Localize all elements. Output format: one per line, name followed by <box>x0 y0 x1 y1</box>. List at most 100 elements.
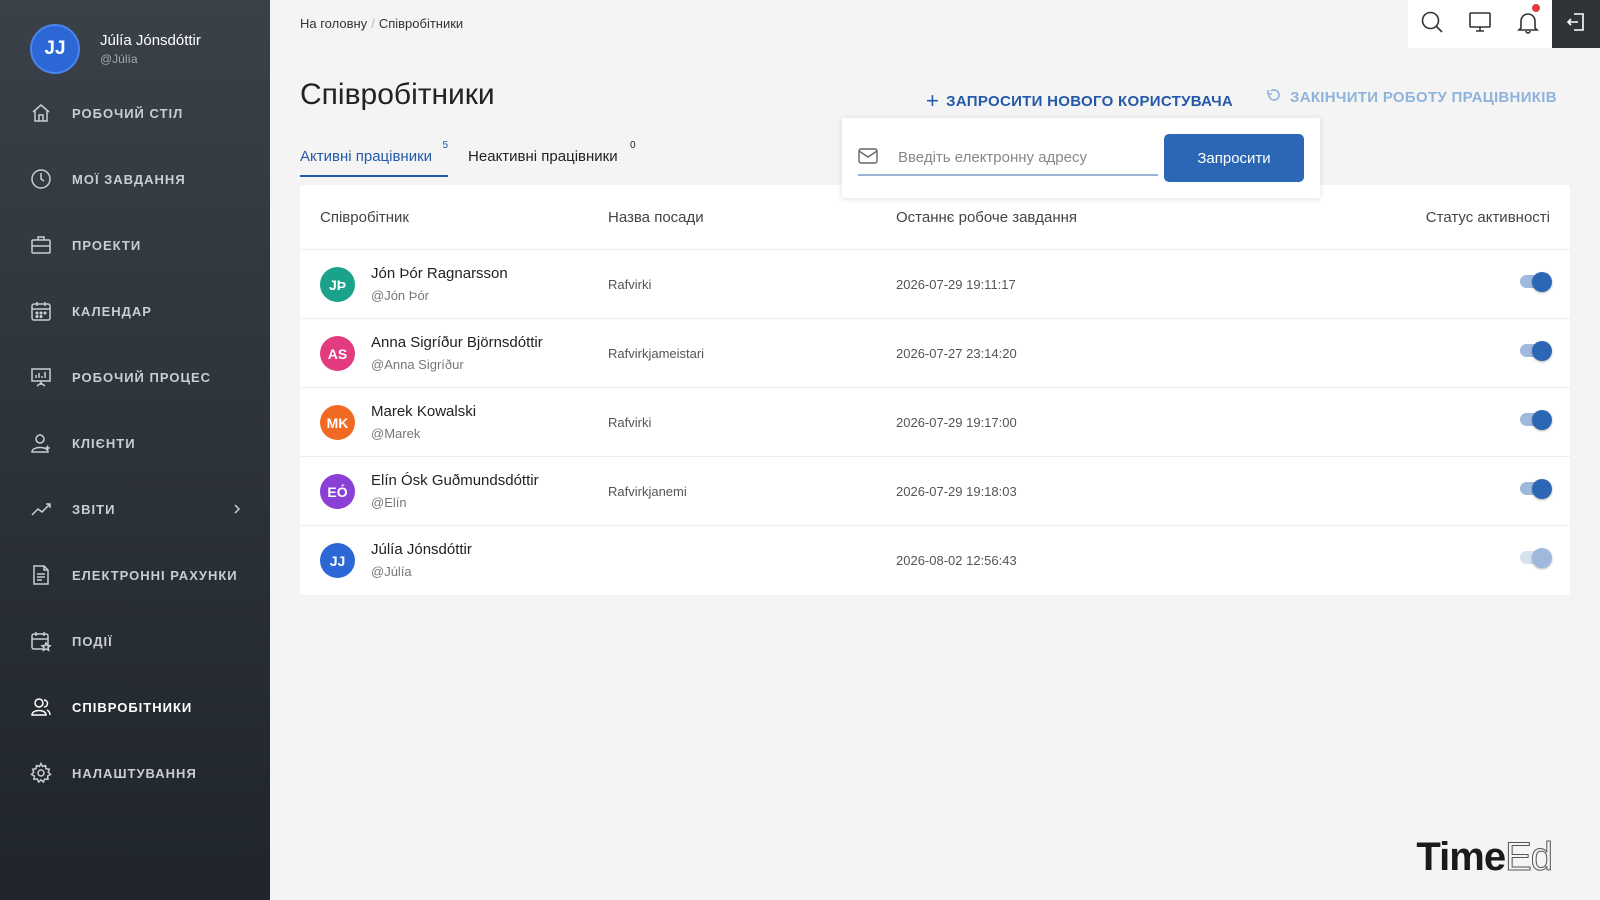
invite-popup: Запросити <box>842 118 1320 198</box>
clock-icon <box>30 168 52 190</box>
employee-handle: @Marek <box>371 426 421 441</box>
tab-active-employees[interactable]: Активні працівники 5 <box>300 140 449 177</box>
employee-name[interactable]: Anna Sigríður Björnsdóttir <box>371 334 543 351</box>
end-employees-work-label: ЗАКІНЧИТИ РОБОТУ ПРАЦІВНИКІВ <box>1290 88 1557 106</box>
bell-icon <box>1516 10 1540 39</box>
logout-icon <box>1565 11 1587 38</box>
invite-user-label: ЗАПРОСИТИ НОВОГО КОРИСТУВАЧА <box>946 92 1234 110</box>
column-header-status[interactable]: Статус активності <box>1426 209 1550 226</box>
table-row[interactable]: EÓ Elín Ósk Guðmundsdóttir @Elín Rafvirk… <box>300 457 1570 526</box>
toggle-knob <box>1532 479 1552 499</box>
table-row[interactable]: JÞ Jón Þór Ragnarsson @Jón Þór Rafvirki … <box>300 250 1570 319</box>
breadcrumb-separator: / <box>371 16 375 31</box>
sidebar-item-workflow[interactable]: РОБОЧИЙ ПРОЦЕС <box>0 344 270 410</box>
end-employees-work-button[interactable]: ЗАКІНЧИТИ РОБОТУ ПРАЦІВНИКІВ <box>1266 87 1557 107</box>
invite-user-button[interactable]: + ЗАПРОСИТИ НОВОГО КОРИСТУВАЧА <box>926 88 1233 114</box>
sidebar-item-label: РОБОЧИЙ ПРОЦЕС <box>72 369 212 385</box>
table-body: JÞ Jón Þór Ragnarsson @Jón Þór Rafvirki … <box>300 250 1570 595</box>
presentation-icon <box>30 366 52 388</box>
employee-last-task: 2026-08-02 12:56:43 <box>896 553 1017 568</box>
home-icon <box>30 102 52 124</box>
employee-position: Rafvirki <box>608 415 652 430</box>
sidebar-item-dashboard[interactable]: РОБОЧИЙ СТІЛ <box>0 80 270 146</box>
activity-status-toggle[interactable] <box>1520 341 1552 361</box>
document-icon <box>30 564 52 586</box>
logo-part-ed: Ed <box>1505 835 1554 880</box>
avatar: AS <box>320 336 355 371</box>
plus-icon: + <box>926 88 940 113</box>
logout-button[interactable] <box>1552 0 1600 48</box>
employee-name[interactable]: Júlía Jónsdóttir <box>371 541 472 558</box>
sidebar-item-label: СПІВРОБІТНИКИ <box>72 699 193 715</box>
table-row[interactable]: JJ Júlía Jónsdóttir @Júlía 2026-08-02 12… <box>300 526 1570 595</box>
employees-table: Співробітник Назва посади Останнє робоче… <box>300 185 1570 595</box>
email-field[interactable] <box>858 140 1158 176</box>
column-header-employee[interactable]: Співробітник <box>320 209 409 226</box>
notification-dot <box>1532 4 1540 12</box>
employee-name[interactable]: Elín Ósk Guðmundsdóttir <box>371 472 539 489</box>
tab-inactive-employees[interactable]: Неактивні працівники 0 <box>468 140 636 177</box>
activity-status-toggle[interactable] <box>1520 479 1552 499</box>
send-invite-button[interactable]: Запросити <box>1164 134 1304 182</box>
toggle-knob <box>1532 272 1552 292</box>
sidebar-item-label: НАЛАШТУВАННЯ <box>72 765 197 781</box>
avatar: JÞ <box>320 267 355 302</box>
search-button[interactable] <box>1408 0 1456 48</box>
table-row[interactable]: AS Anna Sigríður Björnsdóttir @Anna Sigr… <box>300 319 1570 388</box>
monitor-button[interactable] <box>1456 0 1504 48</box>
undo-icon <box>1266 87 1290 107</box>
chart-line-icon <box>30 498 52 520</box>
avatar: MK <box>320 405 355 440</box>
sidebar-item-projects[interactable]: ПРОЕКТИ <box>0 212 270 278</box>
employee-name[interactable]: Marek Kowalski <box>371 403 476 420</box>
sidebar-item-calendar[interactable]: КАЛЕНДАР <box>0 278 270 344</box>
sidebar-item-label: РОБОЧИЙ СТІЛ <box>72 105 184 121</box>
breadcrumb-home-link[interactable]: На головну <box>300 16 367 31</box>
sidebar-nav: РОБОЧИЙ СТІЛ МОЇ ЗАВДАННЯ ПРОЕКТИ КАЛЕНД… <box>0 80 270 806</box>
employee-name[interactable]: Jón Þór Ragnarsson <box>371 265 508 282</box>
tab-count: 5 <box>442 140 449 151</box>
user-profile[interactable]: JJ Júlía Jónsdóttir @Júlía <box>30 24 201 74</box>
timeed-logo: TimeEd <box>1416 835 1554 880</box>
toggle-knob <box>1532 410 1552 430</box>
sidebar-item-label: ЕЛЕКТРОННІ РАХУНКИ <box>72 567 238 583</box>
sidebar-item-label: ПРОЕКТИ <box>72 237 142 253</box>
notifications-button[interactable] <box>1504 0 1552 48</box>
avatar: EÓ <box>320 474 355 509</box>
employee-last-task: 2026-07-29 19:18:03 <box>896 484 1017 499</box>
sidebar-item-label: ЗВІТИ <box>72 501 116 517</box>
sidebar-item-clients[interactable]: КЛІЄНТИ <box>0 410 270 476</box>
calendar-icon <box>30 300 52 322</box>
user-handle: @Júlía <box>100 52 138 66</box>
sidebar-item-label: КАЛЕНДАР <box>72 303 152 319</box>
client-icon <box>30 432 52 454</box>
employee-handle: @Elín <box>371 495 407 510</box>
employee-handle: @Júlía <box>371 564 412 579</box>
table-row[interactable]: MK Marek Kowalski @Marek Rafvirki 2026-0… <box>300 388 1570 457</box>
sidebar-item-settings[interactable]: НАЛАШТУВАННЯ <box>0 740 270 806</box>
sidebar-item-employees[interactable]: СПІВРОБІТНИКИ <box>0 674 270 740</box>
tab-count: 0 <box>630 140 636 151</box>
column-header-last-task[interactable]: Останнє робоче завдання <box>896 209 1077 226</box>
sidebar-item-events[interactable]: ПОДІЇ <box>0 608 270 674</box>
column-header-position[interactable]: Назва посади <box>608 209 704 226</box>
briefcase-icon <box>30 234 52 256</box>
employee-last-task: 2026-07-27 23:14:20 <box>896 346 1017 361</box>
sidebar-item-reports[interactable]: ЗВІТИ <box>0 476 270 542</box>
employee-position: Rafvirki <box>608 277 652 292</box>
tab-label: Активні працівники <box>300 148 433 165</box>
activity-status-toggle[interactable] <box>1520 410 1552 430</box>
page-title: Співробітники <box>300 78 495 111</box>
sidebar-item-label: МОЇ ЗАВДАННЯ <box>72 171 186 187</box>
employee-last-task: 2026-07-29 19:11:17 <box>896 277 1016 292</box>
activity-status-toggle[interactable] <box>1520 272 1552 292</box>
sidebar-item-tasks[interactable]: МОЇ ЗАВДАННЯ <box>0 146 270 212</box>
employee-last-task: 2026-07-29 19:17:00 <box>896 415 1017 430</box>
employee-position: Rafvirkjanemi <box>608 484 687 499</box>
sidebar-item-invoices[interactable]: ЕЛЕКТРОННІ РАХУНКИ <box>0 542 270 608</box>
top-toolbar <box>1408 0 1600 48</box>
toggle-knob <box>1532 341 1552 361</box>
logo-part-time: Time <box>1416 835 1506 879</box>
chevron-right-icon <box>232 498 242 525</box>
activity-status-toggle[interactable] <box>1520 548 1552 568</box>
